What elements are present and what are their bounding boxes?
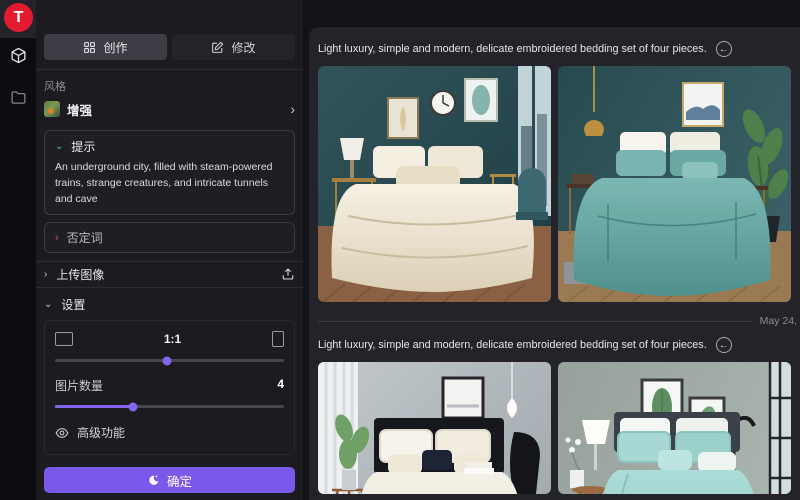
portrait-ratio-icon[interactable] (272, 331, 284, 347)
image-count-slider[interactable] (55, 405, 284, 408)
chevron-right-icon: › (290, 102, 295, 116)
style-thumbnail (44, 101, 60, 117)
generated-image-1[interactable] (318, 66, 551, 302)
prompt-label: 提示 (71, 138, 95, 155)
generated-image-3[interactable] (318, 362, 551, 494)
chevron-down-icon: ⌄ (44, 299, 52, 310)
landscape-ratio-icon[interactable] (55, 332, 73, 346)
chevron-right-icon: › (44, 269, 47, 280)
generation-group: Light luxury, simple and modern, delicat… (318, 40, 793, 302)
upload-image-row[interactable]: › 上传图像 (44, 263, 295, 285)
reuse-prompt-icon[interactable]: ← (716, 41, 732, 57)
style-section-label: 风格 (44, 78, 295, 94)
image-count-value: 4 (103, 377, 284, 394)
negative-label: 否定词 (67, 229, 103, 246)
date-divider: May 24, (318, 314, 793, 328)
image-count-label: 图片数量 (55, 377, 103, 394)
divider-line (318, 321, 751, 322)
ratio-slider-thumb[interactable] (163, 356, 172, 365)
result-prompt-text: Light luxury, simple and modern, delicat… (318, 339, 707, 351)
generation-panel: 创作 修改 风格 增强 › ⌄ 提示 An underground city, … (36, 0, 303, 500)
style-value: 增强 (67, 100, 290, 119)
chevron-right-icon[interactable]: › (55, 232, 59, 244)
divider (36, 69, 303, 70)
tab-create[interactable]: 创作 (44, 34, 167, 60)
eye-icon (55, 426, 69, 440)
results-feed: Light luxury, simple and modern, delicat… (309, 27, 800, 500)
slider-fill (55, 405, 133, 408)
advanced-features-row[interactable]: 高级功能 (55, 424, 284, 441)
app-logo[interactable]: T (4, 3, 33, 32)
tab-create-label: 创作 (103, 39, 127, 56)
ratio-value: 1:1 (73, 332, 272, 346)
tab-modify-label: 修改 (231, 39, 255, 56)
confirm-label: 确定 (167, 471, 192, 490)
prompt-input-text[interactable]: An underground city, filled with steam-p… (55, 160, 284, 207)
settings-header[interactable]: ⌄ 设置 (44, 296, 295, 313)
prompt-box[interactable]: ⌄ 提示 An underground city, filled with st… (44, 130, 295, 215)
count-slider-thumb[interactable] (128, 402, 137, 411)
tab-modify[interactable]: 修改 (172, 34, 295, 60)
confirm-button[interactable]: 确定 (44, 467, 295, 493)
upload-label: 上传图像 (56, 266, 272, 283)
result-prompt-text: Light luxury, simple and modern, delicat… (318, 43, 707, 55)
generation-group: Light luxury, simple and modern, delicat… (318, 336, 793, 494)
style-selector[interactable]: 增强 › (44, 99, 295, 119)
reuse-prompt-icon[interactable]: ← (716, 337, 732, 353)
divider (36, 287, 303, 288)
date-label: May 24, (760, 315, 797, 327)
divider (36, 261, 303, 262)
settings-label: 设置 (61, 296, 85, 313)
edit-icon (211, 41, 224, 54)
icon-rail: T (0, 0, 36, 500)
model-cube-icon[interactable] (10, 47, 27, 64)
ratio-slider[interactable] (55, 359, 284, 362)
generated-image-4[interactable] (558, 362, 791, 494)
generated-image-2[interactable] (558, 66, 791, 302)
upload-icon[interactable] (281, 267, 295, 281)
folder-icon[interactable] (10, 89, 27, 106)
magic-moon-icon (147, 474, 160, 487)
advanced-features-label: 高级功能 (77, 424, 125, 441)
mode-tabs: 创作 修改 (44, 34, 295, 60)
negative-box[interactable]: › 否定词 (44, 222, 295, 253)
grid-icon (83, 41, 96, 54)
settings-box: 1:1 图片数量 4 高级功能 (44, 320, 295, 455)
chevron-down-icon[interactable]: ⌄ (55, 141, 63, 152)
